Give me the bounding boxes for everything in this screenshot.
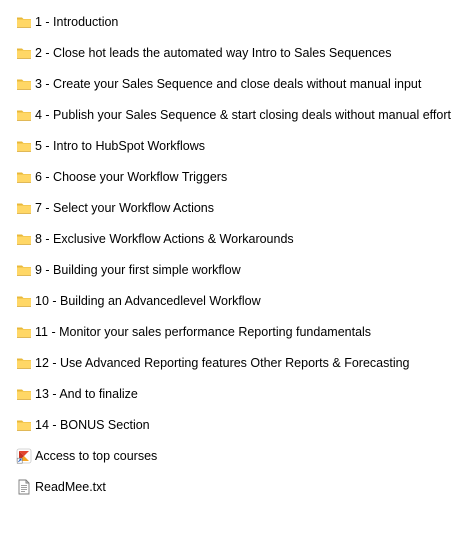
folder-icon xyxy=(16,386,32,402)
file-item-readmee-txt[interactable]: ReadMee.txt xyxy=(0,472,472,503)
file-item-label: 3 - Create your Sales Sequence and close… xyxy=(35,77,422,91)
folder-icon xyxy=(16,262,32,278)
file-item-label: 13 - And to finalize xyxy=(35,387,138,401)
folder-icon xyxy=(16,169,32,185)
folder-item-9-first-simple-workflow[interactable]: 9 - Building your first simple workflow xyxy=(0,255,472,286)
file-item-label: 14 - BONUS Section xyxy=(35,418,150,432)
folder-item-10-advanced-workflow[interactable]: 10 - Building an Advancedlevel Workflow xyxy=(0,286,472,317)
internet-shortcut-icon xyxy=(16,448,32,464)
folder-icon xyxy=(16,417,32,433)
file-item-label: 5 - Intro to HubSpot Workflows xyxy=(35,139,205,153)
folder-icon xyxy=(16,14,32,30)
folder-item-3-create-sales-sequence[interactable]: 3 - Create your Sales Sequence and close… xyxy=(0,69,472,100)
folder-icon xyxy=(16,107,32,123)
folder-icon xyxy=(16,355,32,371)
file-item-label: 2 - Close hot leads the automated way In… xyxy=(35,46,392,60)
folder-item-7-workflow-actions[interactable]: 7 - Select your Workflow Actions xyxy=(0,193,472,224)
folder-item-11-reporting-fundamentals[interactable]: 11 - Monitor your sales performance Repo… xyxy=(0,317,472,348)
folder-icon xyxy=(16,231,32,247)
folder-icon xyxy=(16,45,32,61)
folder-item-8-exclusive-actions[interactable]: 8 - Exclusive Workflow Actions & Workaro… xyxy=(0,224,472,255)
file-item-label: 11 - Monitor your sales performance Repo… xyxy=(35,325,372,339)
file-item-label: 9 - Building your first simple workflow xyxy=(35,263,241,277)
folder-item-1-introduction[interactable]: 1 - Introduction xyxy=(0,7,472,38)
file-list: 1 - Introduction 2 - Close hot leads the… xyxy=(0,7,472,503)
file-item-label: 7 - Select your Workflow Actions xyxy=(35,201,215,215)
file-item-label: 12 - Use Advanced Reporting features Oth… xyxy=(35,356,410,370)
folder-item-6-workflow-triggers[interactable]: 6 - Choose your Workflow Triggers xyxy=(0,162,472,193)
folder-icon xyxy=(16,324,32,340)
file-item-label: 6 - Choose your Workflow Triggers xyxy=(35,170,228,184)
file-item-label: 8 - Exclusive Workflow Actions & Workaro… xyxy=(35,232,294,246)
folder-icon xyxy=(16,293,32,309)
folder-icon xyxy=(16,76,32,92)
folder-item-13-finalize[interactable]: 13 - And to finalize xyxy=(0,379,472,410)
folder-icon xyxy=(16,200,32,216)
shortcut-item-access-to-top-courses[interactable]: Access to top courses xyxy=(0,441,472,472)
file-item-label: 4 - Publish your Sales Sequence & start … xyxy=(35,108,451,122)
folder-item-14-bonus[interactable]: 14 - BONUS Section xyxy=(0,410,472,441)
folder-item-4-publish-sales-sequence[interactable]: 4 - Publish your Sales Sequence & start … xyxy=(0,100,472,131)
file-item-label: Access to top courses xyxy=(35,449,158,463)
folder-item-12-advanced-reporting[interactable]: 12 - Use Advanced Reporting features Oth… xyxy=(0,348,472,379)
folder-item-5-hubspot-workflows[interactable]: 5 - Intro to HubSpot Workflows xyxy=(0,131,472,162)
folder-icon xyxy=(16,138,32,154)
file-item-label: 10 - Building an Advancedlevel Workflow xyxy=(35,294,261,308)
file-item-label: 1 - Introduction xyxy=(35,15,119,29)
folder-item-2-sales-sequences-intro[interactable]: 2 - Close hot leads the automated way In… xyxy=(0,38,472,69)
text-document-icon xyxy=(16,479,32,495)
file-item-label: ReadMee.txt xyxy=(35,480,106,494)
